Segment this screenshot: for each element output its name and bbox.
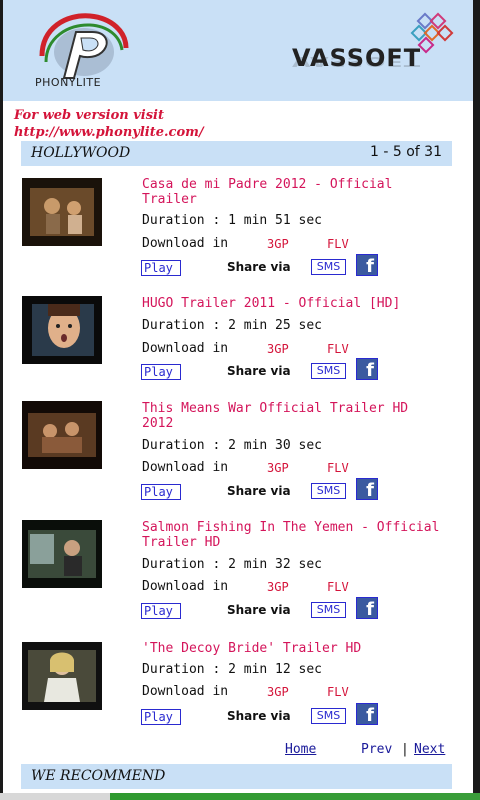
play-button[interactable]: Play [141,484,181,500]
video-thumbnail[interactable] [22,642,102,710]
play-button[interactable]: Play [141,709,181,725]
section-title: HOLLYWOOD [31,145,131,161]
download-flv-link[interactable]: FLV [327,685,349,699]
share-via-label: Share via [227,364,291,378]
video-duration: Duration : 2 min 32 sec [142,557,323,572]
video-thumbnail[interactable] [22,520,102,588]
app-frame: PHONYLITE VASSOFT VASSOFT For web versio… [0,0,480,800]
download-label: Download in [142,460,229,475]
web-version-notice: For web version visit http://www.phonyli… [14,107,204,141]
share-via-label: Share via [227,709,291,723]
recommend-title: WE RECOMMEND [31,768,166,784]
pager-separator: | [401,742,409,757]
facebook-share-icon[interactable]: f [356,358,378,381]
share-via-label: Share via [227,260,291,274]
download-label: Download in [142,236,229,251]
video-title-link[interactable]: HUGO Trailer 2011 - Official [HD] [142,296,442,311]
window-border-left [0,0,3,793]
prev-link[interactable]: Prev [361,742,392,757]
facebook-share-icon[interactable]: f [356,478,378,501]
video-thumbnail[interactable] [22,178,102,246]
next-link[interactable]: Next [414,742,445,757]
window-border-right [473,0,480,793]
download-3gp-link[interactable]: 3GP [267,342,289,356]
download-flv-link[interactable]: FLV [327,342,349,356]
home-link[interactable]: Home [285,742,316,757]
web-version-url[interactable]: http://www.phonylite.com/ [14,124,204,141]
download-flv-link[interactable]: FLV [327,237,349,251]
download-label: Download in [142,341,229,356]
video-title-link[interactable]: This Means War Official Trailer HD 2012 [142,401,442,431]
play-button[interactable]: Play [141,603,181,619]
vassoft-logo-reflection: VASSOFT [292,53,422,69]
download-3gp-link[interactable]: 3GP [267,461,289,475]
sms-share-button[interactable]: SMS [311,483,346,499]
sms-share-button[interactable]: SMS [311,259,346,275]
download-flv-link[interactable]: FLV [327,461,349,475]
facebook-share-icon[interactable]: f [356,703,378,726]
video-thumbnail[interactable] [22,296,102,364]
sms-share-button[interactable]: SMS [311,708,346,724]
share-via-label: Share via [227,484,291,498]
section-header-recommend: WE RECOMMEND [21,764,452,789]
phonylite-logo-text: PHONYLITE [35,76,102,89]
download-3gp-link[interactable]: 3GP [267,237,289,251]
sms-share-button[interactable]: SMS [311,602,346,618]
web-version-text: For web version visit [14,108,164,123]
download-3gp-link[interactable]: 3GP [267,685,289,699]
play-button[interactable]: Play [141,364,181,380]
video-duration: Duration : 2 min 12 sec [142,662,323,677]
facebook-glyph: f [366,360,374,381]
play-button[interactable]: Play [141,260,181,276]
video-duration: Duration : 2 min 30 sec [142,438,323,453]
section-header-hollywood: HOLLYWOOD 1 - 5 of 31 [21,141,452,166]
sms-share-button[interactable]: SMS [311,363,346,379]
facebook-glyph: f [366,705,374,726]
video-title-link[interactable]: Salmon Fishing In The Yemen - Official T… [142,520,442,550]
video-thumbnail[interactable] [22,401,102,469]
download-label: Download in [142,684,229,699]
download-label: Download in [142,579,229,594]
download-flv-link[interactable]: FLV [327,580,349,594]
taskbar-strip [0,793,480,800]
download-3gp-link[interactable]: 3GP [267,580,289,594]
video-duration: Duration : 1 min 51 sec [142,213,323,228]
facebook-share-icon[interactable]: f [356,254,378,277]
video-title-link[interactable]: 'The Decoy Bride' Trailer HD [142,641,442,656]
video-duration: Duration : 2 min 25 sec [142,318,323,333]
share-via-label: Share via [227,603,291,617]
facebook-glyph: f [366,256,374,277]
facebook-glyph: f [366,599,374,620]
video-title-link[interactable]: Casa de mi Padre 2012 - Official Trailer [142,177,442,207]
result-count: 1 - 5 of 31 [370,144,442,160]
facebook-glyph: f [366,480,374,501]
facebook-share-icon[interactable]: f [356,597,378,620]
